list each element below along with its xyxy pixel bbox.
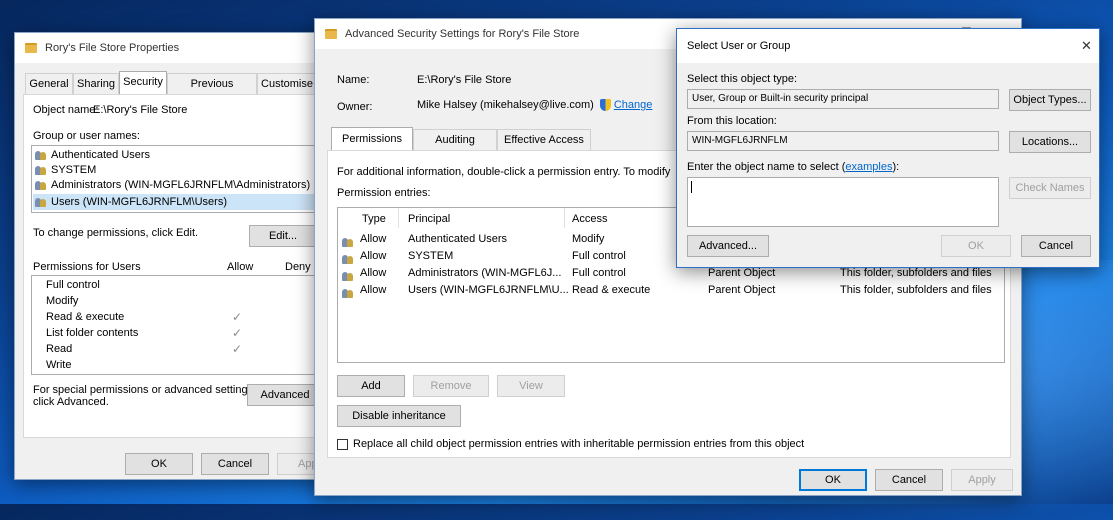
view-button[interactable]: View — [497, 375, 565, 397]
checkbox-icon[interactable] — [337, 438, 348, 450]
cancel-button[interactable]: Cancel — [201, 453, 269, 475]
tab-previous-versions[interactable]: Previous Versions — [167, 73, 257, 110]
permission-row: Write — [46, 359, 72, 371]
users-icon — [35, 150, 47, 160]
enter-object-name-label: Enter the object name to select (example… — [687, 161, 900, 173]
tab-effective-access[interactable]: Effective Access — [497, 129, 591, 151]
folder-icon — [25, 43, 37, 53]
object-name-value: E:\Rory's File Store — [93, 104, 188, 116]
permission-entries-label: Permission entries: — [337, 187, 431, 199]
properties-titlebar[interactable]: Rory's File Store Properties — [15, 33, 335, 63]
list-item[interactable]: Authenticated Users — [35, 149, 150, 161]
users-icon — [35, 165, 47, 175]
dialog-title: Select User or Group — [687, 40, 791, 52]
column-header-access[interactable]: Access — [572, 213, 607, 225]
permission-row: Full control — [46, 279, 100, 291]
tab-general[interactable]: General — [25, 73, 73, 95]
window-title: Rory's File Store Properties — [45, 42, 180, 54]
advanced-button[interactable]: Advanced... — [687, 235, 769, 257]
list-item[interactable]: Administrators (WIN-MGFL6JRNFLM\Administ… — [35, 179, 310, 191]
permissions-list: Full control Modify Read & execute List … — [31, 275, 331, 375]
users-icon — [342, 271, 354, 281]
change-permissions-text: To change permissions, click Edit. — [33, 227, 199, 239]
header-divider — [398, 208, 399, 228]
checkmark-icon: ✓ — [232, 342, 243, 356]
table-row[interactable]: Allow Administrators (WIN-MGFL6J... Full… — [340, 267, 1000, 283]
tab-permissions[interactable]: Permissions — [331, 127, 413, 151]
permission-row: Read & execute — [46, 311, 125, 323]
select-titlebar[interactable]: Select User or Group — [677, 29, 1099, 63]
apply-button[interactable]: Apply — [951, 469, 1013, 491]
column-header-type[interactable]: Type — [362, 213, 386, 225]
special-permissions-text: For special permissions or advanced sett… — [33, 384, 257, 396]
tab-sharing[interactable]: Sharing — [73, 73, 119, 95]
ok-button[interactable]: OK — [941, 235, 1011, 257]
shield-icon — [599, 99, 611, 112]
owner-value: Mike Halsey (mikehalsey@live.com) Change — [417, 99, 653, 112]
object-name-input[interactable] — [687, 177, 999, 227]
list-item[interactable]: SYSTEM — [35, 164, 96, 176]
object-name-label: Object name: — [33, 104, 99, 116]
remove-button[interactable]: Remove — [413, 375, 489, 397]
select-user-dialog: Select User or Group ✕ Select this objec… — [676, 28, 1100, 268]
users-icon — [342, 288, 354, 298]
permission-row: Modify — [46, 295, 79, 307]
header-divider — [564, 208, 565, 228]
special-permissions-text-2: click Advanced. — [33, 396, 109, 408]
window-title: Advanced Security Settings for Rory's Fi… — [345, 28, 580, 40]
allow-column-header: Allow — [227, 261, 254, 273]
location-label: From this location: — [687, 115, 777, 127]
checkmark-icon: ✓ — [232, 326, 243, 340]
name-value: E:\Rory's File Store — [417, 74, 512, 86]
table-row[interactable]: Allow Users (WIN-MGFL6JRNFLM\U... Read &… — [340, 284, 1000, 300]
users-icon — [35, 180, 47, 190]
permission-row: List folder contents — [46, 327, 139, 339]
cancel-button[interactable]: Cancel — [875, 469, 943, 491]
checkmark-icon: ✓ — [232, 310, 243, 324]
users-icon — [342, 237, 354, 247]
disable-inheritance-button[interactable]: Disable inheritance — [337, 405, 461, 427]
ok-button[interactable]: OK — [799, 469, 867, 491]
object-type-field: User, Group or Built-in security princip… — [687, 89, 999, 109]
column-header-principal[interactable]: Principal — [408, 213, 450, 225]
folder-icon — [325, 29, 337, 39]
location-field: WIN-MGFL6JRNFLM — [687, 131, 999, 151]
object-type-label: Select this object type: — [687, 73, 798, 85]
permission-row: Read — [46, 343, 73, 355]
deny-column-header: Deny — [285, 261, 311, 273]
owner-label: Owner: — [337, 101, 373, 113]
cancel-button[interactable]: Cancel — [1021, 235, 1091, 257]
locations-button[interactable]: Locations... — [1009, 131, 1091, 153]
change-owner-link[interactable]: Change — [614, 99, 653, 111]
replace-child-entries-checkbox[interactable]: Replace all child object permission entr… — [337, 438, 804, 450]
users-icon — [35, 197, 47, 207]
object-types-button[interactable]: Object Types... — [1009, 89, 1091, 111]
tab-security[interactable]: Security — [119, 71, 167, 95]
group-list[interactable]: Authenticated Users SYSTEM Administrator… — [31, 145, 323, 213]
check-names-button[interactable]: Check Names — [1009, 177, 1091, 199]
close-icon[interactable]: ✕ — [1081, 38, 1092, 54]
name-label: Name: — [337, 74, 370, 86]
properties-window: Rory's File Store Properties General Sha… — [14, 32, 336, 480]
examples-link[interactable]: examples — [845, 161, 892, 173]
tab-customise[interactable]: Customise — [257, 73, 317, 95]
advanced-button[interactable]: Advanced — [247, 384, 323, 406]
ok-button[interactable]: OK — [125, 453, 193, 475]
edit-button[interactable]: Edit... — [249, 225, 317, 247]
users-icon — [342, 254, 354, 264]
add-button[interactable]: Add — [337, 375, 405, 397]
info-text: For additional information, double-click… — [337, 166, 671, 178]
tab-auditing[interactable]: Auditing — [413, 129, 497, 151]
list-item-selected[interactable]: Users (WIN-MGFL6JRNFLM\Users) — [33, 194, 321, 210]
text-cursor — [691, 181, 692, 193]
permissions-for-label: Permissions for Users — [33, 261, 141, 273]
group-label: Group or user names: — [33, 130, 140, 142]
